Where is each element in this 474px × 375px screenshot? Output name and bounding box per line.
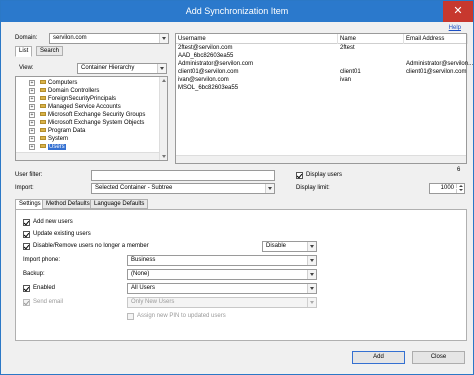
chevron-down-icon xyxy=(307,298,316,307)
tree-item-exchange-system-objects[interactable]: + Microsoft Exchange System Objects xyxy=(29,119,144,127)
close-window-icon[interactable]: ✕ xyxy=(443,1,473,22)
folder-icon xyxy=(40,144,46,149)
tree-item-system[interactable]: + System xyxy=(29,135,68,143)
tree-item-exchange-security-groups[interactable]: + Microsoft Exchange Security Groups xyxy=(29,111,145,119)
enabled-checkbox[interactable] xyxy=(23,285,30,292)
expand-icon[interactable]: + xyxy=(29,112,35,118)
backup-label: Backup: xyxy=(23,271,45,277)
send-email-label: Send email xyxy=(33,299,64,305)
send-email-checkbox[interactable] xyxy=(23,299,30,306)
import-value: Selected Container - Subtree xyxy=(95,185,173,191)
title-bar[interactable]: Add Synchronization Item ✕ xyxy=(1,1,473,22)
expand-icon[interactable]: + xyxy=(29,80,35,86)
increment-arrow-icon[interactable] xyxy=(456,184,464,188)
view-dropdown[interactable]: Container Hierarchy xyxy=(77,63,167,74)
assign-pin-checkbox[interactable] xyxy=(127,313,134,320)
import-label: Import: xyxy=(15,185,34,191)
disable-remove-users-checkbox[interactable] xyxy=(23,243,30,250)
assign-pin-label: Assign new PIN to updated users xyxy=(137,313,226,319)
decrement-arrow-icon[interactable] xyxy=(456,189,464,193)
import-phone-label: Import phone: xyxy=(23,257,61,263)
display-limit-stepper[interactable]: 1000 xyxy=(429,183,465,194)
enabled-users-value: All Users xyxy=(131,285,156,291)
user-count: 6 xyxy=(457,167,461,173)
folder-icon xyxy=(40,136,46,141)
tree-item-managed-service-accounts[interactable]: + Managed Service Accounts xyxy=(29,103,121,111)
expand-icon[interactable]: + xyxy=(29,104,35,110)
column-name[interactable]: Name xyxy=(338,34,404,44)
tree-horizontal-scrollbar[interactable] xyxy=(16,152,159,160)
display-limit-label: Display limit: xyxy=(296,185,330,191)
enabled-users-dropdown[interactable]: All Users xyxy=(127,283,317,294)
expand-icon[interactable]: + xyxy=(29,144,35,150)
view-value: Container Hierarchy xyxy=(81,65,135,71)
window-title: Add Synchronization Item xyxy=(185,6,289,16)
expand-icon[interactable]: + xyxy=(29,120,35,126)
chevron-down-icon xyxy=(307,256,316,265)
folder-icon xyxy=(40,104,46,109)
dialog-window: Add Synchronization Item ✕ Help Domain: … xyxy=(0,0,474,375)
import-phone-dropdown[interactable]: Business xyxy=(127,255,317,266)
tab-list[interactable]: List xyxy=(15,46,33,57)
update-existing-users-checkbox[interactable] xyxy=(23,231,30,238)
settings-panel: Add new users Update existing users Disa… xyxy=(15,209,467,341)
tree-vertical-scrollbar[interactable] xyxy=(159,77,167,160)
grid-header: Username Name Email Address xyxy=(176,34,468,44)
disable-remove-users-label: Disable/Remove users no longer a member xyxy=(33,243,149,249)
view-label: View: xyxy=(19,65,34,71)
chevron-down-icon xyxy=(307,284,316,293)
send-email-value: Only New Users xyxy=(131,299,175,305)
folder-icon xyxy=(40,80,46,85)
close-button[interactable]: Close xyxy=(412,351,465,364)
add-new-users-checkbox[interactable] xyxy=(23,219,30,226)
tab-language-defaults[interactable]: Language Defaults xyxy=(90,199,149,209)
chevron-down-icon xyxy=(265,184,274,193)
folder-icon xyxy=(40,112,46,117)
folder-icon xyxy=(40,120,46,125)
backup-dropdown[interactable]: (None) xyxy=(127,269,317,280)
display-limit-value: 1000 xyxy=(440,185,454,191)
domain-dropdown[interactable]: servilon.com xyxy=(49,33,169,44)
disable-remove-action-value: Disable xyxy=(266,243,287,249)
tree-item-program-data[interactable]: + Program Data xyxy=(29,127,85,135)
folder-icon xyxy=(40,128,46,133)
tab-method-defaults[interactable]: Method Defaults xyxy=(42,199,94,209)
display-users-checkbox[interactable] xyxy=(296,172,303,179)
import-dropdown[interactable]: Selected Container - Subtree xyxy=(91,183,275,194)
column-email[interactable]: Email Address xyxy=(404,34,468,44)
expand-icon[interactable]: + xyxy=(29,136,35,142)
expand-icon[interactable]: + xyxy=(29,128,35,134)
add-button[interactable]: Add xyxy=(352,351,405,364)
chevron-down-icon xyxy=(307,270,316,279)
column-username[interactable]: Username xyxy=(176,34,338,44)
add-new-users-label: Add new users xyxy=(33,219,73,225)
domain-value: servilon.com xyxy=(53,35,87,41)
tree-item-foreign-security-principals[interactable]: + ForeignSecurityPrincipals xyxy=(29,95,116,103)
disable-remove-action-dropdown[interactable]: Disable xyxy=(262,241,317,252)
enabled-label: Enabled xyxy=(33,285,56,291)
tree-item-domain-controllers[interactable]: + Domain Controllers xyxy=(29,87,99,95)
grid-horizontal-scrollbar[interactable] xyxy=(176,155,466,163)
folder-icon xyxy=(40,96,46,101)
backup-value: (None) xyxy=(131,271,150,277)
domain-label: Domain: xyxy=(15,35,38,41)
user-filter-input[interactable] xyxy=(91,170,275,181)
chevron-down-icon xyxy=(159,34,168,43)
display-users-label: Display users xyxy=(306,172,343,178)
tree-item-users[interactable]: + Users xyxy=(29,143,66,151)
tab-search[interactable]: Search xyxy=(36,46,64,56)
container-tree[interactable]: + Computers + Domain Controllers + ForeignS… xyxy=(15,76,168,161)
chevron-down-icon xyxy=(157,64,166,73)
user-filter-label: User filter: xyxy=(15,172,43,178)
users-grid[interactable]: Username Name Email Address 2ftest@servi… xyxy=(175,33,473,164)
import-phone-value: Business xyxy=(131,257,156,263)
tree-item-computers[interactable]: + Computers xyxy=(29,79,77,87)
expand-icon[interactable]: + xyxy=(29,88,35,94)
chevron-down-icon xyxy=(307,242,316,251)
folder-icon xyxy=(40,88,46,93)
update-existing-users-label: Update existing users xyxy=(33,231,91,237)
send-email-dropdown[interactable]: Only New Users xyxy=(127,297,317,308)
help-link[interactable]: Help xyxy=(449,25,461,31)
expand-icon[interactable]: + xyxy=(29,96,35,102)
